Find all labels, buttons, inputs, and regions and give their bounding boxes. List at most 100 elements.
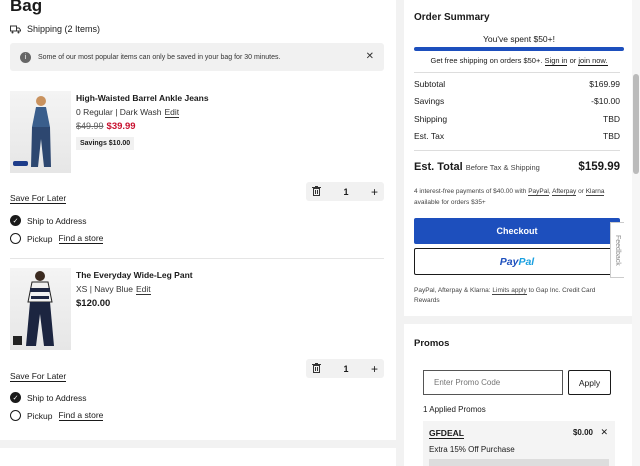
spent-message: You've spent $50+! — [483, 34, 555, 44]
afterpay-link[interactable]: Afterpay — [552, 188, 577, 196]
summary-divider — [414, 150, 620, 151]
edit-link[interactable]: Edit — [136, 284, 151, 295]
promos-title: Promos — [414, 338, 450, 349]
plus-icon[interactable]: + — [371, 362, 378, 376]
summary-row-tax: Est. Tax TBD — [414, 131, 620, 141]
join-now-link[interactable]: join now. — [578, 56, 608, 66]
total-sublabel: Before Tax & Shipping — [465, 163, 540, 172]
free-ship-text: Get free shipping on orders $50+. — [430, 56, 543, 65]
radio-icon — [10, 233, 21, 244]
row-label: Savings — [414, 96, 445, 106]
bag-item-1: High-Waisted Barrel Ankle Jeans 0 Regula… — [10, 91, 384, 251]
bag-panel: Bag Shipping (2 Items) i Some of our mos… — [0, 0, 396, 466]
installments-suffix: available for orders $35+ — [414, 199, 486, 206]
promo-amount: $0.00 — [572, 428, 593, 437]
product-name[interactable]: The Everyday Wide-Leg Pant — [76, 270, 193, 280]
checkmark-icon: ✓ — [10, 392, 21, 403]
plus-icon[interactable]: + — [371, 185, 378, 199]
product-variant: XS | Navy Blue Edit — [76, 284, 151, 295]
quantity-value[interactable]: 1 — [343, 364, 348, 374]
close-icon[interactable]: ✕ — [366, 51, 374, 62]
page-title: Bag — [10, 0, 43, 15]
save-for-later-link[interactable]: Save For Later — [10, 371, 67, 382]
promo-code[interactable]: GFDEAL — [429, 428, 464, 439]
quantity-stepper: 1 + — [306, 182, 384, 201]
summary-row-savings: Savings -$10.00 — [414, 96, 620, 106]
pp-note-text: PayPal, Afterpay & Klarna: — [414, 287, 491, 294]
row-label: Subtotal — [414, 79, 446, 89]
paypal-button[interactable]: Pay Pal — [414, 248, 620, 275]
pay-later-note: PayPal, Afterpay & Klarna: Limits apply … — [414, 286, 620, 306]
applied-promo: GFDEAL $0.00 ✕ Extra 15% Off Purchase — [423, 421, 615, 466]
scrollbar[interactable] — [632, 0, 640, 466]
summary-row-subtotal: Subtotal $169.99 — [414, 79, 620, 89]
remove-promo-icon[interactable]: ✕ — [600, 427, 608, 438]
apply-button[interactable]: Apply — [568, 370, 611, 395]
paypal-link[interactable]: PayPal — [528, 188, 549, 196]
save-for-later-link[interactable]: Save For Later — [10, 193, 67, 204]
ship-to-address-option[interactable]: ✓ Ship to Address — [10, 392, 87, 403]
product-variant: 0 Regular | Dark Wash Edit — [76, 107, 180, 118]
row-value: $169.99 — [589, 79, 620, 89]
row-label: Shipping — [414, 114, 448, 124]
row-value: TBD — [603, 131, 620, 141]
pickup-label: Pickup — [27, 410, 53, 421]
item-price: $120.00 — [76, 298, 111, 309]
order-summary-title: Order Summary — [414, 12, 490, 23]
truck-icon — [10, 25, 21, 33]
find-store-link[interactable]: Find a store — [58, 410, 104, 421]
applied-promos-count: 1 Applied Promos — [423, 405, 486, 414]
estimated-total: Est. Total Before Tax & Shipping $159.99 — [414, 161, 620, 173]
checkmark-icon: ✓ — [10, 215, 21, 226]
ship-to-address-label: Ship to Address — [27, 215, 87, 226]
savings-badge: Savings $10.00 — [76, 137, 135, 150]
installments-note: 4 interest-free payments of $40.00 with … — [414, 188, 605, 206]
trash-icon[interactable] — [312, 362, 321, 375]
or-text: or — [569, 56, 577, 65]
price-row: $49.99 $39.99 — [76, 121, 136, 132]
row-label: Est. Tax — [414, 131, 445, 141]
paypal-logo-part1: Pay — [499, 255, 519, 268]
variant-text: 0 Regular | Dark Wash — [76, 107, 162, 117]
pant-model-image — [13, 271, 54, 346]
ship-to-address-label: Ship to Address — [27, 392, 87, 403]
trash-icon[interactable] — [312, 185, 321, 198]
bag-item-2: The Everyday Wide-Leg Pant XS | Navy Blu… — [10, 268, 384, 428]
save-for-later-label: Save For Later — [10, 193, 67, 204]
shipping-label: Shipping (2 Items) — [27, 24, 101, 34]
limits-apply-link[interactable]: Limits apply — [492, 287, 527, 295]
product-image[interactable] — [10, 91, 71, 173]
product-name[interactable]: High-Waisted Barrel Ankle Jeans — [76, 93, 209, 103]
promo-description: Extra 15% Off Purchase — [429, 445, 515, 454]
summary-panel: Order Summary You've spent $50+! Get fre… — [404, 0, 640, 466]
promos-card: Promos Apply 1 Applied Promos GFDEAL $0.… — [404, 324, 634, 466]
feedback-tab[interactable]: Feedback — [610, 222, 624, 278]
scrollbar-thumb[interactable] — [633, 74, 639, 174]
pickup-option[interactable]: Pickup Find a store — [10, 410, 104, 421]
shipping-heading: Shipping (2 Items) — [10, 24, 100, 34]
checkout-button[interactable]: Checkout — [414, 218, 620, 244]
promo-code-input[interactable] — [423, 370, 563, 395]
edit-link[interactable]: Edit — [164, 107, 180, 118]
free-shipping-message: Get free shipping on orders $50+. Sign i… — [404, 56, 634, 66]
variant-text: XS | Navy Blue — [76, 284, 134, 294]
order-summary-card: Order Summary You've spent $50+! Get fre… — [404, 0, 634, 316]
original-price: $49.99 — [76, 121, 104, 131]
pickup-option[interactable]: Pickup Find a store — [10, 233, 104, 244]
row-value: -$10.00 — [591, 96, 620, 106]
pickup-label: Pickup — [27, 233, 53, 244]
promo-detail-bar — [429, 459, 609, 466]
radio-icon — [10, 410, 21, 421]
ship-to-address-option[interactable]: ✓ Ship to Address — [10, 215, 87, 226]
quantity-stepper: 1 + — [306, 359, 384, 378]
klarna-link[interactable]: Klarna — [585, 188, 605, 196]
save-for-later-label: Save For Later — [10, 371, 67, 382]
notice-banner: i Some of our most popular items can onl… — [10, 43, 384, 71]
sign-in-link[interactable]: Sign in — [544, 56, 568, 66]
quantity-value[interactable]: 1 — [343, 187, 348, 197]
info-icon: i — [20, 51, 31, 63]
find-store-link[interactable]: Find a store — [58, 233, 104, 244]
notice-text: Some of our most popular items can only … — [38, 53, 281, 61]
summary-row-shipping: Shipping TBD — [414, 114, 620, 124]
product-image[interactable] — [10, 268, 71, 350]
